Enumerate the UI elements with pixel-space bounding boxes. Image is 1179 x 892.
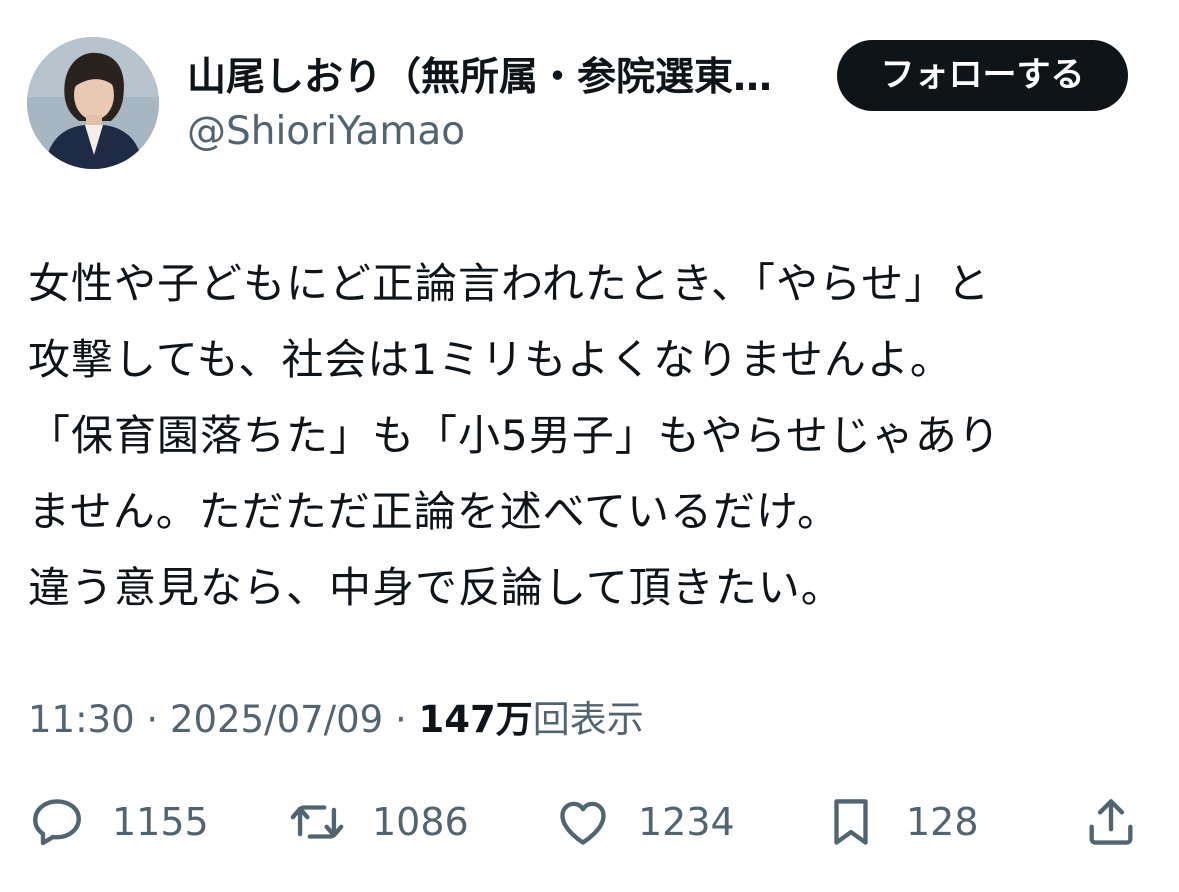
tweet-metadata: 11:30 · 2025/07/09 · 147万回表示: [28, 690, 644, 750]
reply-button[interactable]: 1155: [28, 786, 209, 858]
heart-icon: [560, 801, 606, 845]
bookmark-count: 128: [906, 800, 979, 844]
author-handle[interactable]: @ShioriYamao: [187, 104, 465, 160]
tweet-text-line: 攻撃しても、社会は1ミリもよくなりませんよ。: [28, 335, 953, 384]
author-display-name[interactable]: 山尾しおり（無所属・参院選東…: [187, 48, 812, 108]
follow-button[interactable]: フォローする: [837, 40, 1128, 111]
avatar[interactable]: [27, 37, 159, 169]
repost-button[interactable]: 1086: [288, 786, 469, 858]
profile-photo: [27, 37, 159, 169]
tweet-text: 女性や子どもにど正論言われたとき、「やらせ」と 攻撃しても、社会は1ミリもよくな…: [28, 246, 1153, 626]
tweet-text-line: 女性や子どもにど正論言われたとき、「やらせ」と: [28, 259, 991, 308]
share-button[interactable]: [1082, 786, 1140, 858]
views-count[interactable]: 147万: [419, 698, 533, 741]
reply-icon: [33, 799, 81, 846]
share-icon: [1089, 799, 1133, 845]
like-count: 1234: [638, 800, 735, 844]
tweet-date[interactable]: 2025/07/09: [170, 698, 383, 741]
meta-separator: ·: [383, 698, 419, 741]
bookmark-button[interactable]: 128: [822, 786, 979, 858]
meta-separator: ·: [134, 698, 170, 741]
action-bar: 1155 1086 1234 128: [0, 786, 1179, 858]
views-label[interactable]: 回表示: [533, 698, 644, 741]
tweet-text-line: 「保育園落ちた」も「小5男子」もやらせじゃあり: [28, 411, 1001, 460]
repost-count: 1086: [372, 800, 469, 844]
tweet-time[interactable]: 11:30: [28, 698, 135, 741]
like-button[interactable]: 1234: [554, 786, 735, 858]
tweet-text-line: 違う意見なら、中身で反論して頂きたい。: [28, 563, 844, 612]
repost-icon: [290, 805, 344, 839]
tweet-text-line: ません。ただただ正論を述べているだけ。: [28, 487, 840, 536]
reply-count: 1155: [112, 800, 209, 844]
bookmark-icon: [834, 799, 868, 845]
